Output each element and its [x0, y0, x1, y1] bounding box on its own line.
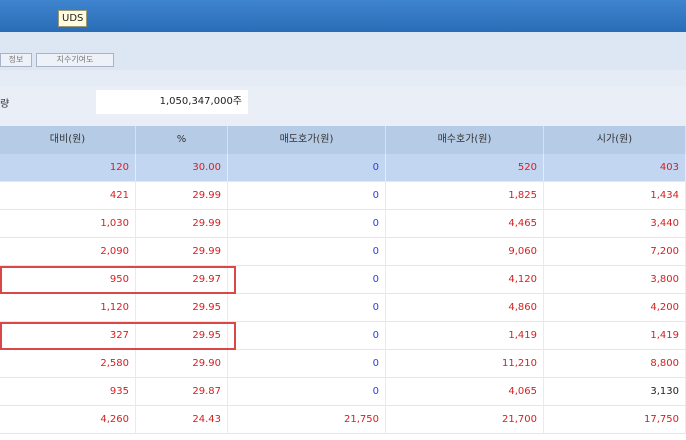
- cell-ask: 0: [228, 378, 386, 406]
- table-row[interactable]: 950 29.97 0 4,120 3,800: [0, 266, 686, 294]
- column-header-diff[interactable]: 대비(원): [0, 126, 136, 154]
- table-row[interactable]: 2,090 29.99 0 9,060 7,200: [0, 238, 686, 266]
- cell-open: 8,800: [544, 350, 686, 378]
- cell-diff: 421: [0, 182, 136, 210]
- window-title: UDS: [58, 10, 88, 27]
- title-bar: UDS: [0, 0, 686, 32]
- table-row[interactable]: 2,580 29.90 0 11,210 8,800: [0, 350, 686, 378]
- cell-diff: 935: [0, 378, 136, 406]
- cell-ask: 0: [228, 294, 386, 322]
- cell-open: 1,419: [544, 322, 686, 350]
- cell-open: 7,200: [544, 238, 686, 266]
- cell-pct: 29.99: [136, 238, 228, 266]
- cell-pct: 30.00: [136, 154, 228, 182]
- cell-open: 403: [544, 154, 686, 182]
- cell-ask: 0: [228, 182, 386, 210]
- cell-ask: 0: [228, 322, 386, 350]
- volume-label: 량: [0, 99, 10, 110]
- table-row[interactable]: 1,030 29.99 0 4,465 3,440: [0, 210, 686, 238]
- cell-diff: 327: [0, 322, 136, 350]
- cell-bid: 520: [386, 154, 544, 182]
- cell-pct: 29.97: [136, 266, 228, 294]
- cell-open: 4,200: [544, 294, 686, 322]
- table-row[interactable]: 421 29.99 0 1,825 1,434: [0, 182, 686, 210]
- tab-index-contribution[interactable]: 지수기여도: [36, 53, 114, 67]
- cell-open: 3,130: [544, 378, 686, 406]
- cell-diff: 950: [0, 266, 136, 294]
- column-header-bid[interactable]: 매수호가(원): [386, 126, 544, 154]
- cell-ask: 0: [228, 266, 386, 294]
- table-row[interactable]: 327 29.95 0 1,419 1,419: [0, 322, 686, 350]
- stock-grid: 대비(원) % 매도호가(원) 매수호가(원) 시가(원) 120 30.00 0 5…: [0, 126, 686, 440]
- column-header-ask[interactable]: 매도호가(원): [228, 126, 386, 154]
- cell-open: 3,440: [544, 210, 686, 238]
- cell-diff: 1,030: [0, 210, 136, 238]
- sub-toolbar: [0, 70, 686, 87]
- cell-bid: 4,120: [386, 266, 544, 294]
- cell-bid: 1,419: [386, 322, 544, 350]
- table-row[interactable]: 1,120 29.95 0 4,860 4,200: [0, 294, 686, 322]
- cell-open: 3,800: [544, 266, 686, 294]
- cell-bid: 9,060: [386, 238, 544, 266]
- cell-bid: 4,065: [386, 378, 544, 406]
- grid-header: 대비(원) % 매도호가(원) 매수호가(원) 시가(원): [0, 126, 686, 155]
- cell-open: 1,434: [544, 182, 686, 210]
- cell-open: 17,750: [544, 406, 686, 434]
- cell-bid: 4,465: [386, 210, 544, 238]
- cell-pct: 29.87: [136, 378, 228, 406]
- cell-ask: 0: [228, 210, 386, 238]
- tab-info[interactable]: 정보: [0, 53, 32, 67]
- column-header-pct[interactable]: %: [136, 126, 228, 154]
- cell-diff: 2,580: [0, 350, 136, 378]
- cell-diff: 2,090: [0, 238, 136, 266]
- cell-bid: 11,210: [386, 350, 544, 378]
- cell-pct: 29.95: [136, 294, 228, 322]
- cell-ask: 0: [228, 238, 386, 266]
- cell-pct: 29.99: [136, 182, 228, 210]
- cell-diff: 120: [0, 154, 136, 182]
- cell-ask: 21,750: [228, 406, 386, 434]
- cell-diff: 1,120: [0, 294, 136, 322]
- volume-amount-field[interactable]: 1,050,347,000주: [96, 90, 248, 114]
- table-row[interactable]: 935 29.87 0 4,065 3,130: [0, 378, 686, 406]
- cell-pct: 24.43: [136, 406, 228, 434]
- cell-pct: 29.90: [136, 350, 228, 378]
- cell-bid: 1,825: [386, 182, 544, 210]
- cell-ask: 0: [228, 350, 386, 378]
- cell-ask: 0: [228, 154, 386, 182]
- cell-pct: 29.95: [136, 322, 228, 350]
- table-row[interactable]: 120 30.00 0 520 403: [0, 154, 686, 182]
- cell-bid: 21,700: [386, 406, 544, 434]
- cell-bid: 4,860: [386, 294, 544, 322]
- column-header-open[interactable]: 시가(원): [544, 126, 686, 154]
- table-row[interactable]: 4,260 24.43 21,750 21,700 17,750: [0, 406, 686, 434]
- cell-diff: 4,260: [0, 406, 136, 434]
- cell-pct: 29.99: [136, 210, 228, 238]
